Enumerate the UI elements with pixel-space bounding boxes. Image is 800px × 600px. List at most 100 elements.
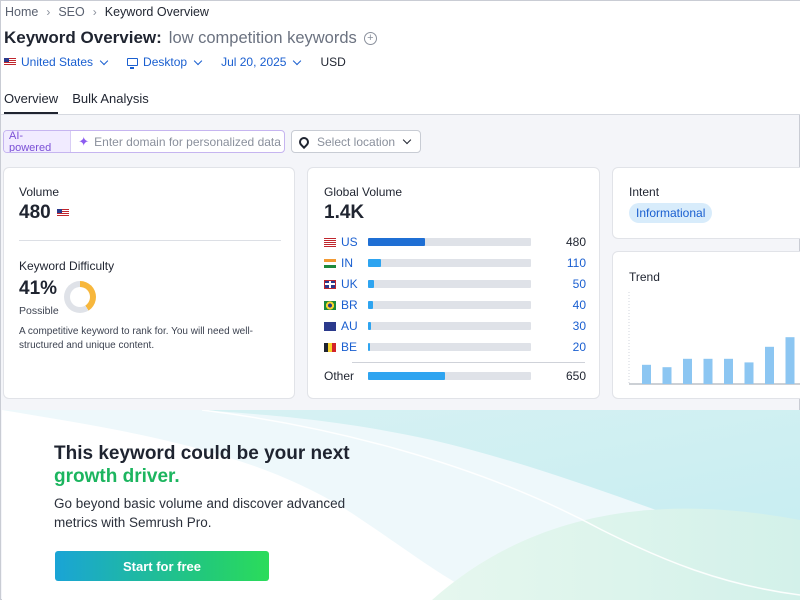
divider [19,240,281,241]
country-label: United States [21,55,94,69]
volume-bar [368,238,531,246]
chevron-down-icon [193,56,203,65]
kd-donut-chart [64,281,96,313]
start-for-free-button[interactable]: Start for free [55,551,269,581]
us-flag-icon [4,58,16,66]
intent-card: Intent Informational [612,167,800,239]
breadcrumb: Home › SEO › Keyword Overview [5,5,209,19]
country-volume: 480 [565,235,586,249]
volume-value-row: 480 [19,202,69,224]
tab-bar: Overview Bulk Analysis [4,91,163,114]
device-selector[interactable]: Desktop [127,55,203,69]
country-row-au[interactable]: AU 30 [324,319,586,333]
kd-description: A competitive keyword to rank for. You w… [19,326,254,351]
chevron-down-icon [99,56,109,65]
ai-domain-box: AI-powered ✦ [3,130,285,153]
divider [352,362,585,363]
global-volume-label: Global Volume [324,185,403,199]
chevron-right-icon: › [92,5,97,19]
promo-body: Go beyond basic volume and discover adva… [54,496,346,530]
other-volume: 650 [565,369,586,383]
volume-bar-fill [368,322,372,330]
location-pin-icon [296,134,312,149]
country-row-uk[interactable]: UK 50 [324,277,586,291]
volume-bar-fill [368,372,445,380]
be-flag-icon [324,342,336,352]
intent-badge-wrap: Informational [629,203,713,223]
location-selector[interactable]: Select location [291,130,421,153]
volume-bar-fill [368,301,373,309]
trend-bar [724,358,733,384]
breadcrumb-seo[interactable]: SEO [58,5,84,19]
country-selector[interactable]: United States [4,55,109,69]
domain-input[interactable] [94,134,284,149]
us-flag-icon [324,237,336,247]
br-flag-icon [324,300,336,310]
trend-card: Trend [612,251,800,399]
trend-chart [628,292,800,385]
tab-bulk-analysis[interactable]: Bulk Analysis [72,91,149,114]
country-row-other: Other 650 [324,369,586,383]
country-code: BE [341,340,358,354]
kd-level: Possible [19,305,59,317]
country-row-in[interactable]: IN 110 [324,256,586,270]
volume-bar [368,301,531,309]
us-flag-icon [56,209,69,217]
trend-bar [785,337,795,384]
date-label: Jul 20, 2025 [221,55,287,69]
add-keyword-icon[interactable]: + [363,31,377,45]
country-code: US [341,235,358,249]
global-volume-value: 1.4K [324,202,365,223]
currency-text: USD [320,55,346,69]
country-volume: 110 [566,256,586,270]
volume-label: Volume [19,185,60,199]
breadcrumb-home[interactable]: Home [5,5,38,19]
volume-bar [368,259,531,267]
country-row-us[interactable]: US 480 [324,235,586,249]
volume-bar-fill [368,280,374,288]
volume-bar [368,280,531,288]
country-code: AU [341,319,358,333]
in-flag-icon [324,258,336,268]
kd-value: 41% [19,278,58,299]
country-code: BR [341,298,358,312]
currency-label: USD [320,55,345,69]
promo-headline: This keyword could be your next growth d… [54,442,394,488]
date-selector[interactable]: Jul 20, 2025 [221,55,302,69]
keyword-text: low competition keywords [168,28,357,47]
trend-bar [703,358,713,384]
intent-badge: Informational [629,203,713,223]
filter-bar: United States Desktop Jul 20, 2025 USD [4,55,366,69]
ai-powered-badge: AI-powered [4,131,72,152]
country-code: UK [341,277,358,291]
device-label: Desktop [143,55,188,69]
country-code: IN [341,256,353,270]
desktop-icon [127,58,139,69]
volume-bar-fill [368,259,382,267]
promo-headline-text: This keyword could be your next [54,443,350,464]
trend-bar [642,364,651,384]
chevron-down-icon [293,56,302,65]
volume-bar-fill [368,343,371,351]
chevron-down-icon [402,135,412,145]
trend-bar [765,346,774,384]
other-label: Other [324,369,355,383]
country-volume: 30 [572,319,586,333]
country-row-be[interactable]: BE 20 [324,340,586,354]
country-row-br[interactable]: BR 40 [324,298,586,312]
chevron-right-icon: › [46,5,51,19]
country-volume: 40 [572,298,586,312]
page-title: Keyword Overview: low competition keywor… [4,28,377,48]
breadcrumb-current: Keyword Overview [104,5,209,19]
tab-overview[interactable]: Overview [4,91,59,114]
volume-value: 480 [19,202,51,223]
country-volume: 50 [572,277,586,291]
promo-highlight: growth driver. [54,466,180,487]
sparkle-icon: ✦ [78,133,90,149]
location-placeholder: Select location [317,134,396,149]
uk-flag-icon [324,279,336,289]
volume-bar [368,372,531,380]
page-title-label: Keyword Overview: [4,28,162,47]
au-flag-icon [324,321,336,331]
global-volume-card: Global Volume 1.4K US 480 IN 110 UK 50 B… [307,167,600,399]
